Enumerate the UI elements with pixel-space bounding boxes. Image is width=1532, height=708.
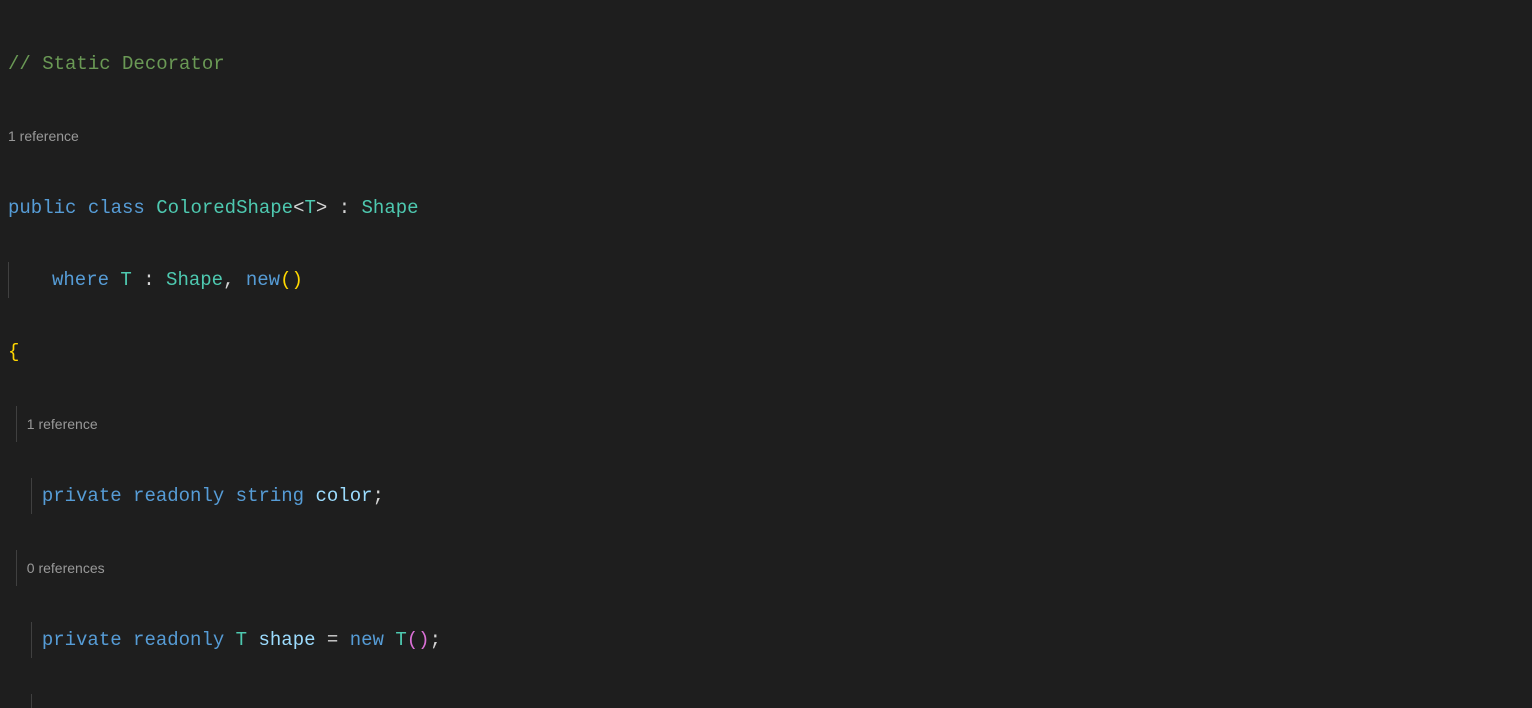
- angle-open: <: [293, 197, 304, 219]
- indent-guide: [8, 262, 19, 298]
- indent-guide: [16, 550, 27, 586]
- type-t: T: [395, 629, 406, 651]
- keyword-class: class: [88, 197, 145, 219]
- brace-open: {: [8, 341, 19, 363]
- keyword-where: where: [52, 269, 109, 291]
- keyword-private: private: [42, 629, 122, 651]
- code-line: public class ColoredShape<T> : Shape: [8, 190, 1524, 226]
- paren-close: ): [292, 269, 303, 291]
- keyword-readonly: readonly: [133, 629, 224, 651]
- type-t: T: [236, 629, 247, 651]
- equals: =: [327, 629, 338, 651]
- type-shape: Shape: [166, 269, 223, 291]
- code-line: [8, 694, 1524, 708]
- type-t: T: [304, 197, 315, 219]
- field-shape: shape: [258, 629, 315, 651]
- semicolon: ;: [430, 629, 441, 651]
- type-string: string: [236, 485, 304, 507]
- codelens[interactable]: 1 reference: [8, 406, 1524, 442]
- semicolon: ;: [373, 485, 384, 507]
- code-line: private readonly T shape = new T();: [8, 622, 1524, 658]
- keyword-readonly: readonly: [133, 485, 224, 507]
- code-line: where T : Shape, new(): [8, 262, 1524, 298]
- codelens-text: 1 reference: [8, 128, 79, 144]
- paren-open: (: [280, 269, 291, 291]
- comma: ,: [223, 269, 234, 291]
- code-line: {: [8, 334, 1524, 370]
- field-color: color: [316, 485, 373, 507]
- keyword-private: private: [42, 485, 122, 507]
- keyword-public: public: [8, 197, 76, 219]
- colon: :: [143, 269, 154, 291]
- codelens[interactable]: 1 reference: [8, 118, 1524, 154]
- indent-space: [19, 262, 52, 298]
- indent-guide: [31, 694, 42, 708]
- keyword-new: new: [350, 629, 384, 651]
- indent-guide: [16, 406, 27, 442]
- code-line: // Static Decorator: [8, 46, 1524, 82]
- code-editor[interactable]: // Static Decorator 1 reference public c…: [0, 0, 1532, 708]
- type-shape: Shape: [362, 197, 419, 219]
- codelens-text: 0 references: [27, 560, 105, 576]
- paren-open: (: [407, 629, 418, 651]
- keyword-new: new: [246, 269, 280, 291]
- comment: // Static Decorator: [8, 53, 225, 75]
- type-t: T: [120, 269, 131, 291]
- code-line: private readonly string color;: [8, 478, 1524, 514]
- codelens[interactable]: 0 references: [8, 550, 1524, 586]
- colon: :: [339, 197, 350, 219]
- codelens-text: 1 reference: [27, 416, 98, 432]
- type-coloredshape: ColoredShape: [156, 197, 293, 219]
- indent-guide: [31, 478, 42, 514]
- angle-close: >: [316, 197, 327, 219]
- paren-close: ): [418, 629, 429, 651]
- indent-guide: [31, 622, 42, 658]
